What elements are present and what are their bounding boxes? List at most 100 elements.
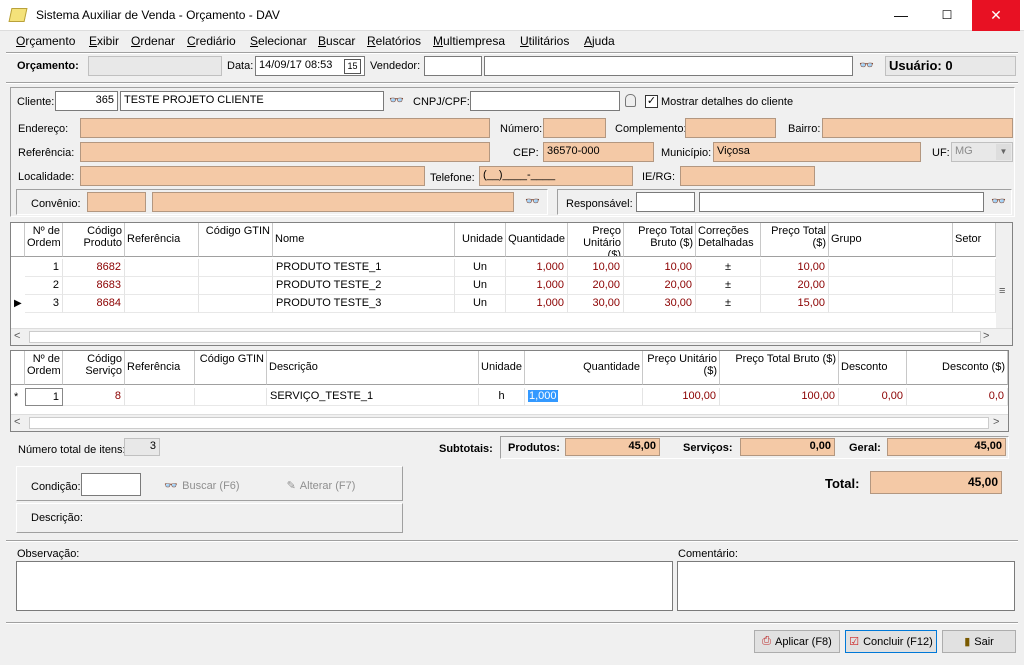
cep-field[interactable]: 36570-000 — [543, 142, 654, 162]
referencia-field[interactable] — [80, 142, 490, 162]
quantity-cell[interactable]: 1,000 — [525, 388, 643, 406]
menu-buscar[interactable]: Buscar — [318, 34, 355, 48]
col-header[interactable]: Preço Unitário ($) — [643, 351, 720, 385]
col-header[interactable]: Preço Total Bruto ($) — [720, 351, 839, 385]
ie-field[interactable] — [680, 166, 815, 186]
municipio-field[interactable]: Viçosa — [713, 142, 921, 162]
cliente-name-field[interactable]: TESTE PROJETO CLIENTE — [120, 91, 384, 111]
binoculars-icon[interactable]: 👓 — [525, 194, 541, 208]
chevron-left-icon[interactable]: < — [14, 330, 20, 342]
condicao-field[interactable] — [81, 473, 141, 496]
alterar-button[interactable]: ✎ Alterar (F7) — [277, 474, 365, 497]
col-header[interactable]: Código GTIN — [199, 223, 273, 257]
telefone-field[interactable]: (__)____-____ — [479, 166, 633, 186]
quantity-selected-text[interactable]: 1,000 — [528, 390, 558, 402]
col-header[interactable]: Desconto (%) — [839, 351, 907, 385]
table-row[interactable]: ▶ 3 8684 PRODUTO TESTE_3 Un 1,000 30,00 … — [11, 295, 996, 313]
convenio-code-field[interactable] — [87, 192, 146, 212]
col-header[interactable]: Nome — [273, 223, 455, 257]
binoculars-icon[interactable]: 👓 — [389, 93, 405, 107]
endereco-field[interactable] — [80, 118, 490, 138]
vendedor-name-field[interactable] — [484, 56, 853, 76]
col-header[interactable]: Preço Unitário ($) — [568, 223, 624, 257]
table-row[interactable]: 2 8683 PRODUTO TESTE_2 Un 1,000 20,00 20… — [11, 277, 996, 295]
col-header[interactable]: Unidade — [479, 351, 525, 385]
comentario-textarea[interactable] — [677, 561, 1015, 611]
menu-utilitarios[interactable]: Utilitários — [520, 34, 569, 48]
total-value: 45,00 — [870, 471, 1002, 494]
title-bar: Sistema Auxiliar de Venda - Orçamento - … — [0, 0, 1024, 31]
buscar-button[interactable]: 👓 Buscar (F6) — [158, 474, 246, 497]
minimize-button[interactable]: — — [878, 0, 924, 31]
menu-orcamento[interactable]: Orçamento — [16, 34, 75, 48]
chevron-right-icon[interactable]: > — [983, 330, 989, 342]
col-header[interactable]: Referência — [125, 351, 195, 385]
orcamento-field[interactable] — [88, 56, 222, 76]
cell: 20,00 — [624, 277, 696, 295]
col-header[interactable]: Código GTIN — [195, 351, 267, 385]
binoculars-icon[interactable]: 👓 — [991, 194, 1007, 208]
col-header[interactable]: Nº de Ordem — [25, 223, 63, 257]
menu-exibir[interactable]: Exibir — [89, 34, 119, 48]
localidade-field[interactable] — [80, 166, 425, 186]
mostrar-detalhes-checkbox[interactable]: ✓ — [645, 95, 658, 108]
correcoes-icon[interactable]: ± — [696, 295, 761, 313]
col-header[interactable]: Quantidade — [506, 223, 568, 257]
col-header[interactable]: Nº de Ordem — [25, 351, 63, 385]
menu-ordenar[interactable]: Ordenar — [131, 34, 175, 48]
col-header[interactable]: Código Produto — [63, 223, 125, 257]
correcoes-icon[interactable]: ± — [696, 277, 761, 295]
col-header[interactable]: Preço Total ($) — [761, 223, 829, 257]
cnpj-field[interactable] — [470, 91, 620, 111]
close-button[interactable]: ✕ — [972, 0, 1020, 31]
sair-button[interactable]: ▮ Sair — [942, 630, 1016, 653]
vendedor-code-field[interactable] — [424, 56, 482, 76]
concluir-button[interactable]: ☑ Concluir (F12) — [845, 630, 937, 653]
table-row[interactable]: 1 8682 PRODUTO TESTE_1 Un 1,000 10,00 10… — [11, 259, 996, 277]
cell: Un — [455, 277, 506, 295]
menu-relatorios[interactable]: Relatórios — [367, 34, 421, 48]
products-grid[interactable]: Nº de Ordem Código Produto Referência Có… — [10, 222, 1013, 346]
chevron-right-icon[interactable]: > — [993, 416, 999, 428]
col-header[interactable]: Correções Detalhadas — [696, 223, 761, 257]
cliente-code-field[interactable]: 365 — [55, 91, 118, 111]
comentario-label: Comentário: — [678, 548, 738, 560]
numero-field[interactable] — [543, 118, 606, 138]
chevron-down-icon[interactable]: ▼ — [996, 144, 1011, 160]
horizontal-scrollbar[interactable]: < > — [11, 414, 1008, 431]
endereco-label: Endereço: — [18, 123, 69, 135]
maximize-button[interactable]: ☐ — [924, 0, 970, 31]
bairro-field[interactable] — [822, 118, 1013, 138]
col-header[interactable]: Referência — [125, 223, 199, 257]
menu-multiempresa[interactable]: Multiempresa — [433, 34, 505, 48]
convenio-name-field[interactable] — [152, 192, 514, 212]
scroll-thumb[interactable] — [29, 331, 981, 343]
responsavel-code-field[interactable] — [636, 192, 695, 212]
correcoes-icon[interactable]: ± — [696, 259, 761, 277]
col-header[interactable]: Quantidade — [525, 351, 643, 385]
col-header[interactable]: Preço Total Bruto ($) — [624, 223, 696, 257]
complemento-field[interactable] — [685, 118, 776, 138]
col-header[interactable]: Desconto ($) — [907, 351, 1008, 385]
binoculars-icon[interactable]: 👓 — [859, 58, 875, 72]
scroll-thumb[interactable] — [29, 417, 989, 429]
aplicar-button[interactable]: ⎙ Aplicar (F8) — [754, 630, 840, 653]
services-grid[interactable]: Nº de Ordem Código Serviço Referência Có… — [10, 350, 1009, 432]
col-header[interactable]: Código Serviço — [63, 351, 125, 385]
col-header[interactable]: Unidade — [455, 223, 506, 257]
vertical-scrollbar[interactable]: ≡ — [996, 223, 1012, 328]
col-header[interactable]: Descrição — [267, 351, 479, 385]
chevron-left-icon[interactable]: < — [14, 416, 20, 428]
calendar-icon[interactable]: 15 — [344, 59, 361, 74]
menu-ajuda[interactable]: Ajuda — [584, 34, 615, 48]
menu-crediario[interactable]: Crediário — [187, 34, 236, 48]
row-header-col — [11, 223, 25, 257]
col-header[interactable]: Grupo — [829, 223, 953, 257]
table-row[interactable]: * 1 8 SERVIÇO_TESTE_1 h 1,000 100,00 100… — [11, 388, 1008, 406]
menu-selecionar[interactable]: Selecionar — [250, 34, 307, 48]
responsavel-name-field[interactable] — [699, 192, 984, 212]
observacao-textarea[interactable] — [16, 561, 673, 611]
horizontal-scrollbar[interactable]: < > — [11, 328, 1012, 345]
col-header[interactable]: Setor — [953, 223, 996, 257]
cell: SERVIÇO_TESTE_1 — [267, 388, 479, 406]
